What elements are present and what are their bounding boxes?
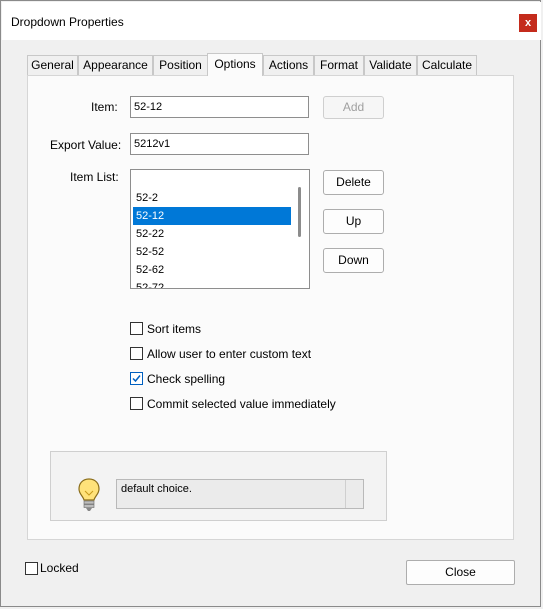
list-item[interactable]: 52-72 bbox=[133, 279, 293, 288]
item-list-label: Item List: bbox=[70, 170, 119, 184]
tab-options[interactable]: Options bbox=[207, 53, 263, 76]
tab-actions[interactable]: Actions bbox=[263, 55, 314, 75]
close-window-button[interactable]: x bbox=[519, 14, 537, 32]
down-button[interactable]: Down bbox=[323, 248, 384, 273]
item-input[interactable]: 52-12 bbox=[130, 96, 309, 118]
tab-format[interactable]: Format bbox=[314, 55, 364, 75]
locked-label: Locked bbox=[40, 561, 79, 575]
list-item[interactable]: 52-62 bbox=[133, 261, 293, 279]
tab-calculate[interactable]: Calculate bbox=[417, 55, 477, 75]
item-label: Item: bbox=[91, 100, 118, 114]
hint-divider bbox=[345, 480, 346, 508]
check-spelling-checkbox[interactable] bbox=[130, 372, 143, 385]
tab-general[interactable]: General bbox=[27, 55, 78, 75]
custom-text-label: Allow user to enter custom text bbox=[147, 347, 312, 361]
list-item[interactable]: 52-22 bbox=[133, 225, 293, 243]
delete-button[interactable]: Delete bbox=[323, 170, 384, 195]
export-value-label: Export Value: bbox=[50, 138, 122, 152]
close-button[interactable]: Close bbox=[406, 560, 515, 585]
item-list[interactable]: 52-2 52-12 52-22 52-52 52-62 52-72 bbox=[130, 169, 310, 289]
title-bar: Dropdown Properties x bbox=[2, 2, 541, 40]
add-button[interactable]: Add bbox=[323, 96, 384, 119]
item-list-scrollbar-thumb[interactable] bbox=[298, 187, 301, 237]
commit-immediately-checkbox[interactable] bbox=[130, 397, 143, 410]
export-value-input[interactable]: 5212v1 bbox=[130, 133, 309, 155]
locked-checkbox[interactable] bbox=[25, 562, 38, 575]
window-title: Dropdown Properties bbox=[11, 15, 124, 29]
sort-items-checkbox[interactable] bbox=[130, 322, 143, 335]
hint-text: default choice. bbox=[116, 479, 364, 509]
up-button[interactable]: Up bbox=[323, 209, 384, 234]
tab-position[interactable]: Position bbox=[153, 55, 208, 75]
list-item-selected[interactable]: 52-12 bbox=[133, 207, 293, 225]
sort-items-label: Sort items bbox=[147, 322, 202, 336]
list-item[interactable]: 52-52 bbox=[133, 243, 293, 261]
commit-immediately-label: Commit selected value immediately bbox=[147, 397, 336, 411]
checkmark-icon bbox=[132, 375, 141, 383]
check-spelling-label: Check spelling bbox=[147, 372, 226, 386]
tab-appearance[interactable]: Appearance bbox=[78, 55, 153, 75]
tab-validate[interactable]: Validate bbox=[364, 55, 417, 75]
list-item[interactable]: 52-2 bbox=[133, 189, 293, 207]
lightbulb-icon bbox=[78, 478, 100, 511]
custom-text-checkbox[interactable] bbox=[130, 347, 143, 360]
